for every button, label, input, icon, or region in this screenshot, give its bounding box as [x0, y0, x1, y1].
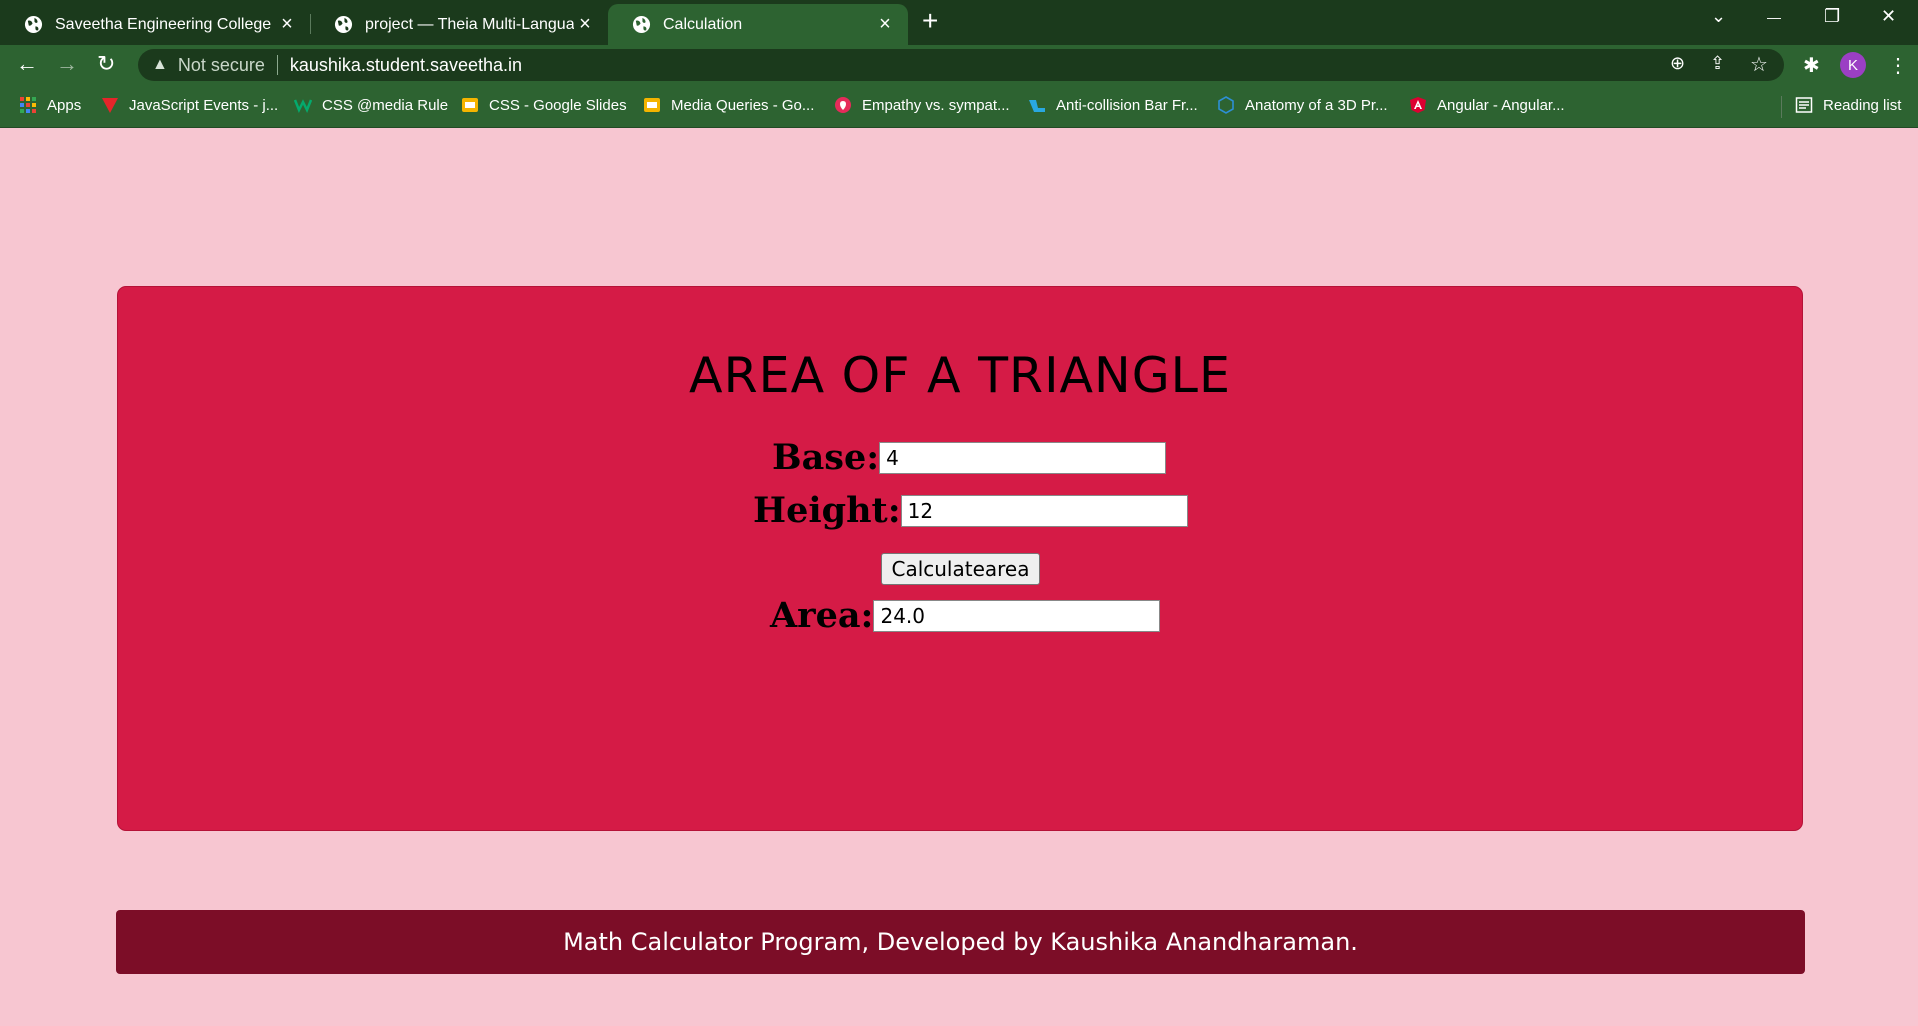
browser-tab-strip: Saveetha Engineering College × project —…	[0, 0, 1918, 45]
bookmark-angular[interactable]: Angular - Angular...	[1409, 96, 1565, 114]
menu-kebab-icon[interactable]: ⋮	[1888, 53, 1908, 78]
google-slides-icon	[644, 98, 660, 112]
bookmark-label: Apps	[47, 96, 82, 114]
bookmark-label: CSS @media Rule	[322, 96, 449, 114]
globe-icon	[334, 15, 353, 34]
globe-icon	[24, 15, 43, 34]
bookmark-empathy[interactable]: Empathy vs. sympat...	[834, 96, 1010, 114]
bookmark-anti-collision[interactable]: Anti-collision Bar Fr...	[1028, 96, 1198, 114]
bookmarks-divider	[1781, 96, 1782, 118]
apps-grid-icon	[20, 97, 36, 113]
bookmark-css-google-slides[interactable]: CSS - Google Slides	[461, 96, 627, 114]
extensions-puzzle-icon[interactable]: ✱	[1803, 53, 1820, 78]
reading-list-icon	[1795, 97, 1813, 113]
bookmark-label: Anti-collision Bar Fr...	[1056, 96, 1198, 114]
base-field-row: Base:	[772, 437, 1167, 478]
warning-triangle-icon[interactable]: ▲	[152, 56, 168, 74]
bookmark-label: Anatomy of a 3D Pr...	[1245, 96, 1388, 114]
reading-list-button[interactable]: Reading list	[1795, 96, 1901, 114]
new-tab-button[interactable]: +	[922, 7, 938, 35]
tab-label: Saveetha Engineering College	[55, 15, 272, 33]
angular-icon	[1410, 97, 1426, 113]
height-label: Height:	[753, 490, 901, 531]
calculate-area-button[interactable]: Calculatearea	[881, 553, 1040, 585]
bookmark-label: JavaScript Events - j...	[129, 96, 279, 114]
browser-toolbar: ← → ↻ ▲ Not secure kaushika.student.save…	[0, 45, 1918, 84]
back-arrow-icon[interactable]: ←	[16, 53, 38, 75]
reload-icon[interactable]: ↻	[97, 53, 115, 75]
tab-saveetha[interactable]: Saveetha Engineering College ×	[0, 4, 310, 45]
reading-list-label: Reading list	[1823, 96, 1902, 114]
tab-calculation[interactable]: Calculation ×	[608, 4, 908, 45]
tab-project-theia[interactable]: project — Theia Multi-Language ×	[310, 4, 608, 45]
bookmark-media-queries[interactable]: Media Queries - Go...	[643, 96, 814, 114]
tab-label: Calculation	[663, 15, 743, 33]
bookmark-label: Empathy vs. sympat...	[862, 96, 1010, 114]
base-label: Base:	[772, 437, 880, 478]
anti-collision-icon	[1029, 100, 1045, 112]
bookmark-apps[interactable]: Apps	[19, 96, 81, 114]
security-status[interactable]: Not secure	[178, 55, 265, 76]
anatomy-3d-icon	[1218, 96, 1234, 114]
empathy-icon	[835, 97, 851, 113]
page-footer: Math Calculator Program, Developed by Ka…	[116, 910, 1805, 974]
close-icon[interactable]: ×	[874, 13, 896, 36]
restore-icon[interactable]: ❐	[1824, 6, 1840, 27]
footer-text: Math Calculator Program, Developed by Ka…	[563, 928, 1358, 956]
height-field-row: Height:	[753, 490, 1188, 531]
bookmark-anatomy-3d[interactable]: Anatomy of a 3D Pr...	[1217, 96, 1388, 114]
calculator-card: AREA OF A TRIANGLE Base: Height: Calcula…	[117, 286, 1803, 831]
close-icon[interactable]: ×	[574, 13, 596, 36]
page-title: AREA OF A TRIANGLE	[689, 347, 1231, 404]
forward-arrow-icon[interactable]: →	[56, 53, 78, 75]
window-close-icon[interactable]: ✕	[1881, 6, 1896, 27]
w3schools-icon	[294, 99, 312, 114]
share-icon[interactable]: ⇪	[1710, 53, 1725, 74]
zoom-icon[interactable]: ⊕	[1670, 53, 1685, 74]
minimize-icon[interactable]: —	[1767, 9, 1781, 25]
globe-icon	[632, 15, 651, 34]
address-bar[interactable]: ▲ Not secure kaushika.student.saveetha.i…	[138, 49, 1784, 81]
bookmark-css-media-rule[interactable]: CSS @media Rule	[294, 96, 448, 114]
area-field-row: Area:	[770, 595, 1161, 636]
address-divider	[276, 55, 278, 75]
close-icon[interactable]: ×	[276, 13, 298, 36]
google-slides-icon	[462, 98, 478, 112]
bookmarks-bar: Apps JavaScript Events - j... CSS @media…	[0, 84, 1918, 128]
height-input[interactable]	[900, 494, 1188, 527]
javascript-events-icon	[102, 98, 118, 113]
bookmark-label: Angular - Angular...	[1437, 96, 1565, 114]
base-input[interactable]	[879, 441, 1167, 474]
bookmark-label: CSS - Google Slides	[489, 96, 627, 114]
tab-search-chevron-icon[interactable]: ⌄	[1711, 6, 1726, 27]
bookmark-javascript-events[interactable]: JavaScript Events - j...	[101, 96, 278, 114]
tab-label: project — Theia Multi-Language	[365, 15, 574, 33]
bookmark-star-icon[interactable]: ☆	[1750, 52, 1768, 77]
bookmark-label: Media Queries - Go...	[671, 96, 815, 114]
area-output[interactable]	[873, 599, 1161, 632]
profile-avatar[interactable]: K	[1840, 52, 1866, 78]
url-text[interactable]: kaushika.student.saveetha.in	[290, 55, 522, 76]
area-label: Area:	[770, 595, 874, 636]
